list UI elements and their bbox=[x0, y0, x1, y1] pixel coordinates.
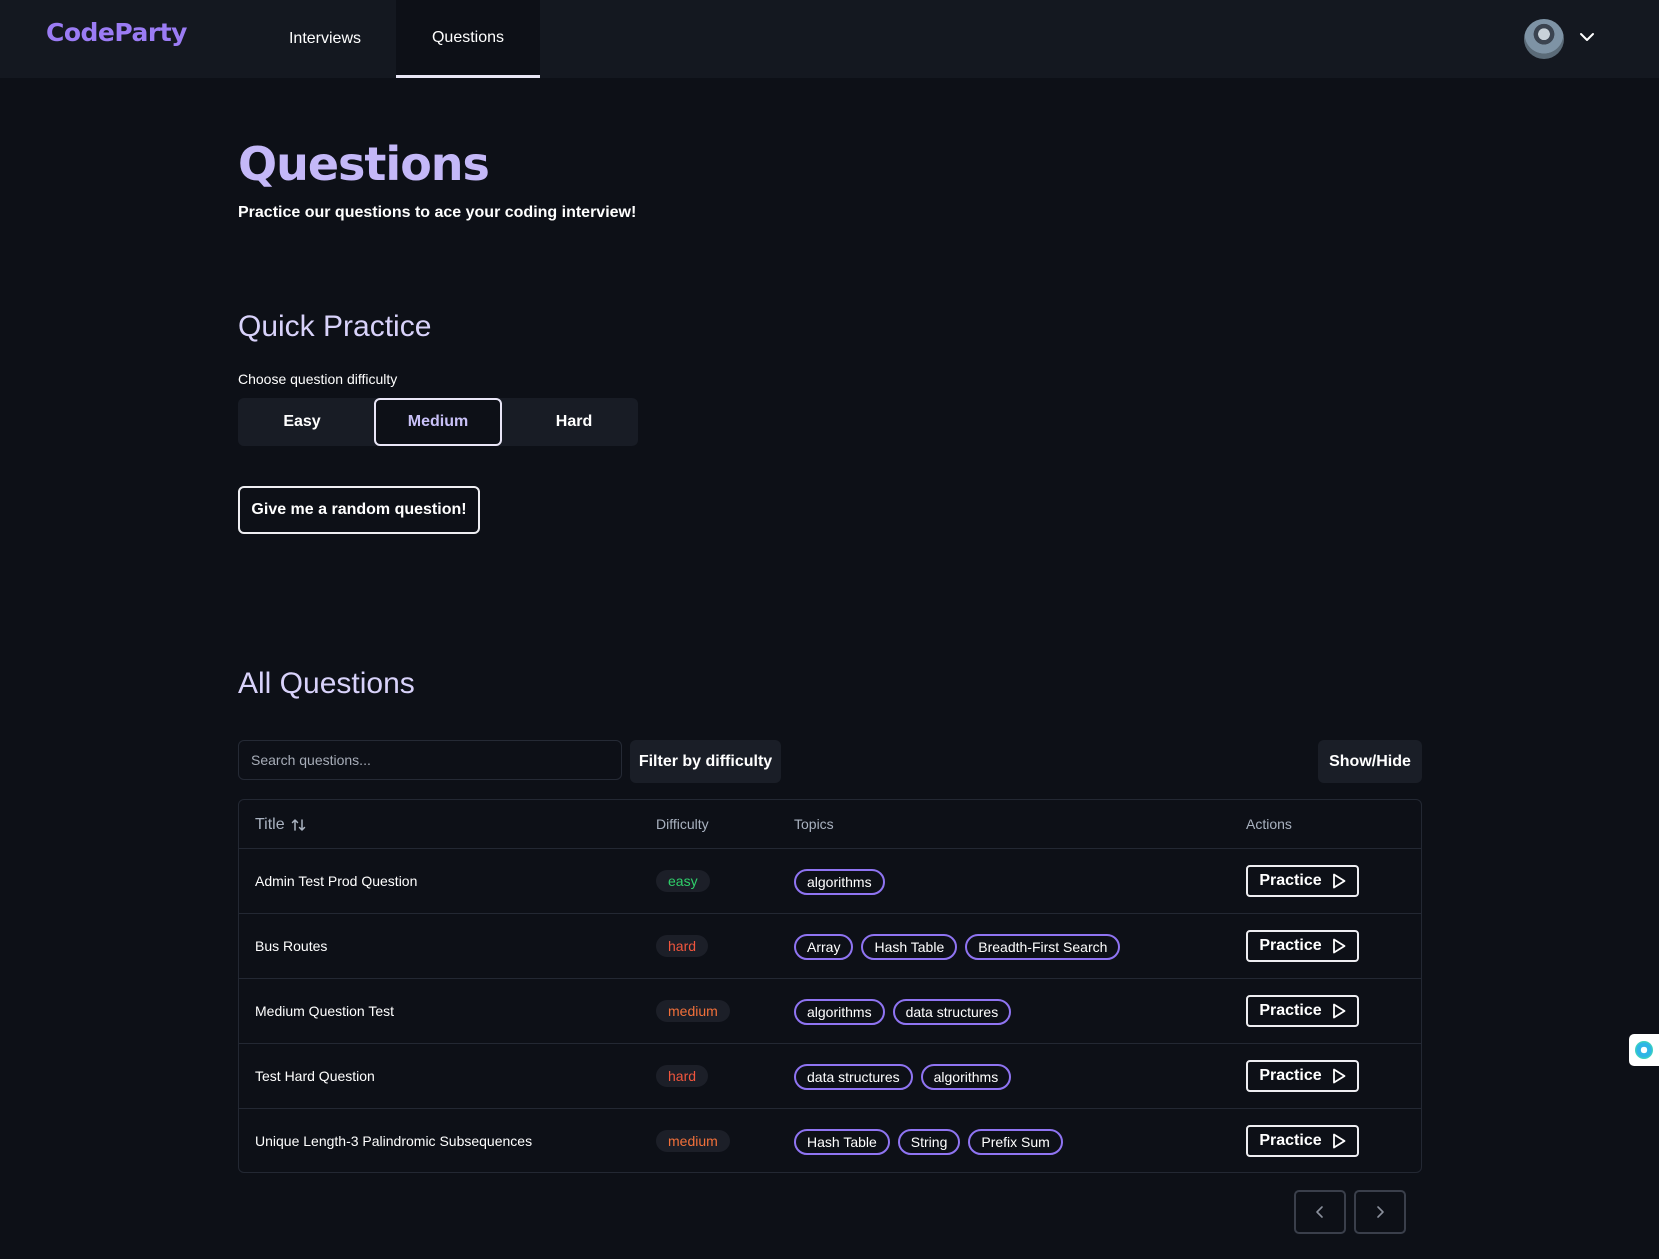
practice-label: Practice bbox=[1259, 1002, 1322, 1019]
all-questions-heading: All Questions bbox=[238, 667, 415, 700]
column-actions: Actions bbox=[1246, 816, 1292, 832]
page-subtitle: Practice our questions to ace your codin… bbox=[238, 204, 637, 221]
topic-tags: algorithms bbox=[794, 869, 885, 895]
logo[interactable]: CodeParty bbox=[46, 18, 187, 47]
chevron-right-icon bbox=[1377, 1206, 1384, 1218]
practice-label: Practice bbox=[1259, 937, 1322, 954]
table-row: Unique Length-3 Palindromic Subsequences… bbox=[239, 1109, 1421, 1174]
table-row: Test Hard Question hard data structures … bbox=[239, 1044, 1421, 1109]
practice-label: Practice bbox=[1259, 872, 1322, 889]
topic-tag[interactable]: Hash Table bbox=[861, 934, 958, 960]
practice-button[interactable]: Practice bbox=[1246, 995, 1359, 1027]
topic-tag[interactable]: data structures bbox=[794, 1064, 913, 1090]
table-row: Bus Routes hard Array Hash Table Breadth… bbox=[239, 914, 1421, 979]
difficulty-badge: hard bbox=[656, 935, 709, 957]
topic-tag[interactable]: Breadth-First Search bbox=[965, 934, 1121, 960]
question-title: Unique Length-3 Palindromic Subsequences bbox=[255, 1133, 533, 1149]
difficulty-badge: medium bbox=[656, 1000, 730, 1022]
play-icon bbox=[1332, 873, 1346, 889]
practice-label: Practice bbox=[1259, 1132, 1322, 1149]
topic-tag[interactable]: Array bbox=[794, 934, 854, 960]
difficulty-hard-button[interactable]: Hard bbox=[510, 398, 638, 446]
play-icon bbox=[1332, 1068, 1346, 1084]
table-header: Title Difficulty Topics Actions bbox=[239, 800, 1421, 849]
quick-practice-heading: Quick Practice bbox=[238, 310, 432, 343]
play-icon bbox=[1332, 938, 1346, 954]
floating-assistant-widget[interactable] bbox=[1629, 1034, 1659, 1066]
top-navbar: CodeParty Interviews Questions bbox=[0, 0, 1659, 78]
column-title-label: Title bbox=[255, 816, 285, 833]
play-icon bbox=[1332, 1133, 1346, 1149]
nav-interviews[interactable]: Interviews bbox=[270, 0, 380, 78]
topic-tag[interactable]: String bbox=[897, 1129, 961, 1155]
column-difficulty: Difficulty bbox=[656, 816, 709, 832]
difficulty-badge: medium bbox=[656, 1130, 730, 1152]
column-topics: Topics bbox=[794, 816, 834, 832]
topic-tags: algorithms data structures bbox=[794, 999, 1012, 1025]
difficulty-medium-button[interactable]: Medium bbox=[374, 398, 502, 446]
question-title: Medium Question Test bbox=[255, 1003, 395, 1019]
topic-tag[interactable]: algorithms bbox=[794, 869, 885, 895]
nav-questions[interactable]: Questions bbox=[396, 0, 540, 78]
topic-tag[interactable]: Hash Table bbox=[794, 1129, 890, 1155]
question-title: Admin Test Prod Question bbox=[255, 873, 418, 889]
filter-difficulty-button[interactable]: Filter by difficulty bbox=[630, 740, 781, 783]
search-input[interactable] bbox=[238, 740, 622, 780]
assistant-icon bbox=[1635, 1041, 1653, 1059]
difficulty-easy-button[interactable]: Easy bbox=[238, 398, 366, 446]
page-title: Questions bbox=[238, 137, 490, 191]
difficulty-selector: Easy Medium Hard bbox=[238, 398, 638, 446]
topic-tag[interactable]: Prefix Sum bbox=[968, 1129, 1063, 1155]
topic-tags: data structures algorithms bbox=[794, 1064, 1012, 1090]
sort-icon[interactable] bbox=[291, 817, 307, 833]
topic-tag[interactable]: algorithms bbox=[794, 999, 885, 1025]
difficulty-label: Choose question difficulty bbox=[238, 371, 398, 387]
topic-tags: Hash Table String Prefix Sum bbox=[794, 1129, 1063, 1155]
next-page-button[interactable] bbox=[1354, 1190, 1406, 1234]
difficulty-badge: easy bbox=[656, 870, 710, 892]
table-row: Medium Question Test medium algorithms d… bbox=[239, 979, 1421, 1044]
play-icon bbox=[1332, 1003, 1346, 1019]
practice-button[interactable]: Practice bbox=[1246, 930, 1359, 962]
avatar[interactable] bbox=[1524, 19, 1564, 59]
practice-button[interactable]: Practice bbox=[1246, 1125, 1359, 1157]
questions-table: Title Difficulty Topics Actions Admin Te… bbox=[238, 799, 1422, 1173]
question-title: Bus Routes bbox=[255, 938, 328, 954]
question-title: Test Hard Question bbox=[255, 1068, 375, 1084]
random-question-button[interactable]: Give me a random question! bbox=[238, 486, 480, 534]
practice-label: Practice bbox=[1259, 1067, 1322, 1084]
topic-tag[interactable]: data structures bbox=[892, 999, 1012, 1025]
practice-button[interactable]: Practice bbox=[1246, 865, 1359, 897]
practice-button[interactable]: Practice bbox=[1246, 1060, 1359, 1092]
topic-tag[interactable]: algorithms bbox=[920, 1064, 1012, 1090]
topic-tags: Array Hash Table Breadth-First Search bbox=[794, 934, 1121, 960]
column-title[interactable]: Title bbox=[255, 800, 307, 849]
show-hide-button[interactable]: Show/Hide bbox=[1318, 740, 1422, 783]
previous-page-button[interactable] bbox=[1294, 1190, 1346, 1234]
table-row: Admin Test Prod Question easy algorithms… bbox=[239, 849, 1421, 914]
difficulty-badge: hard bbox=[656, 1065, 709, 1087]
chevron-down-icon[interactable] bbox=[1577, 27, 1597, 47]
chevron-left-icon bbox=[1316, 1206, 1323, 1218]
